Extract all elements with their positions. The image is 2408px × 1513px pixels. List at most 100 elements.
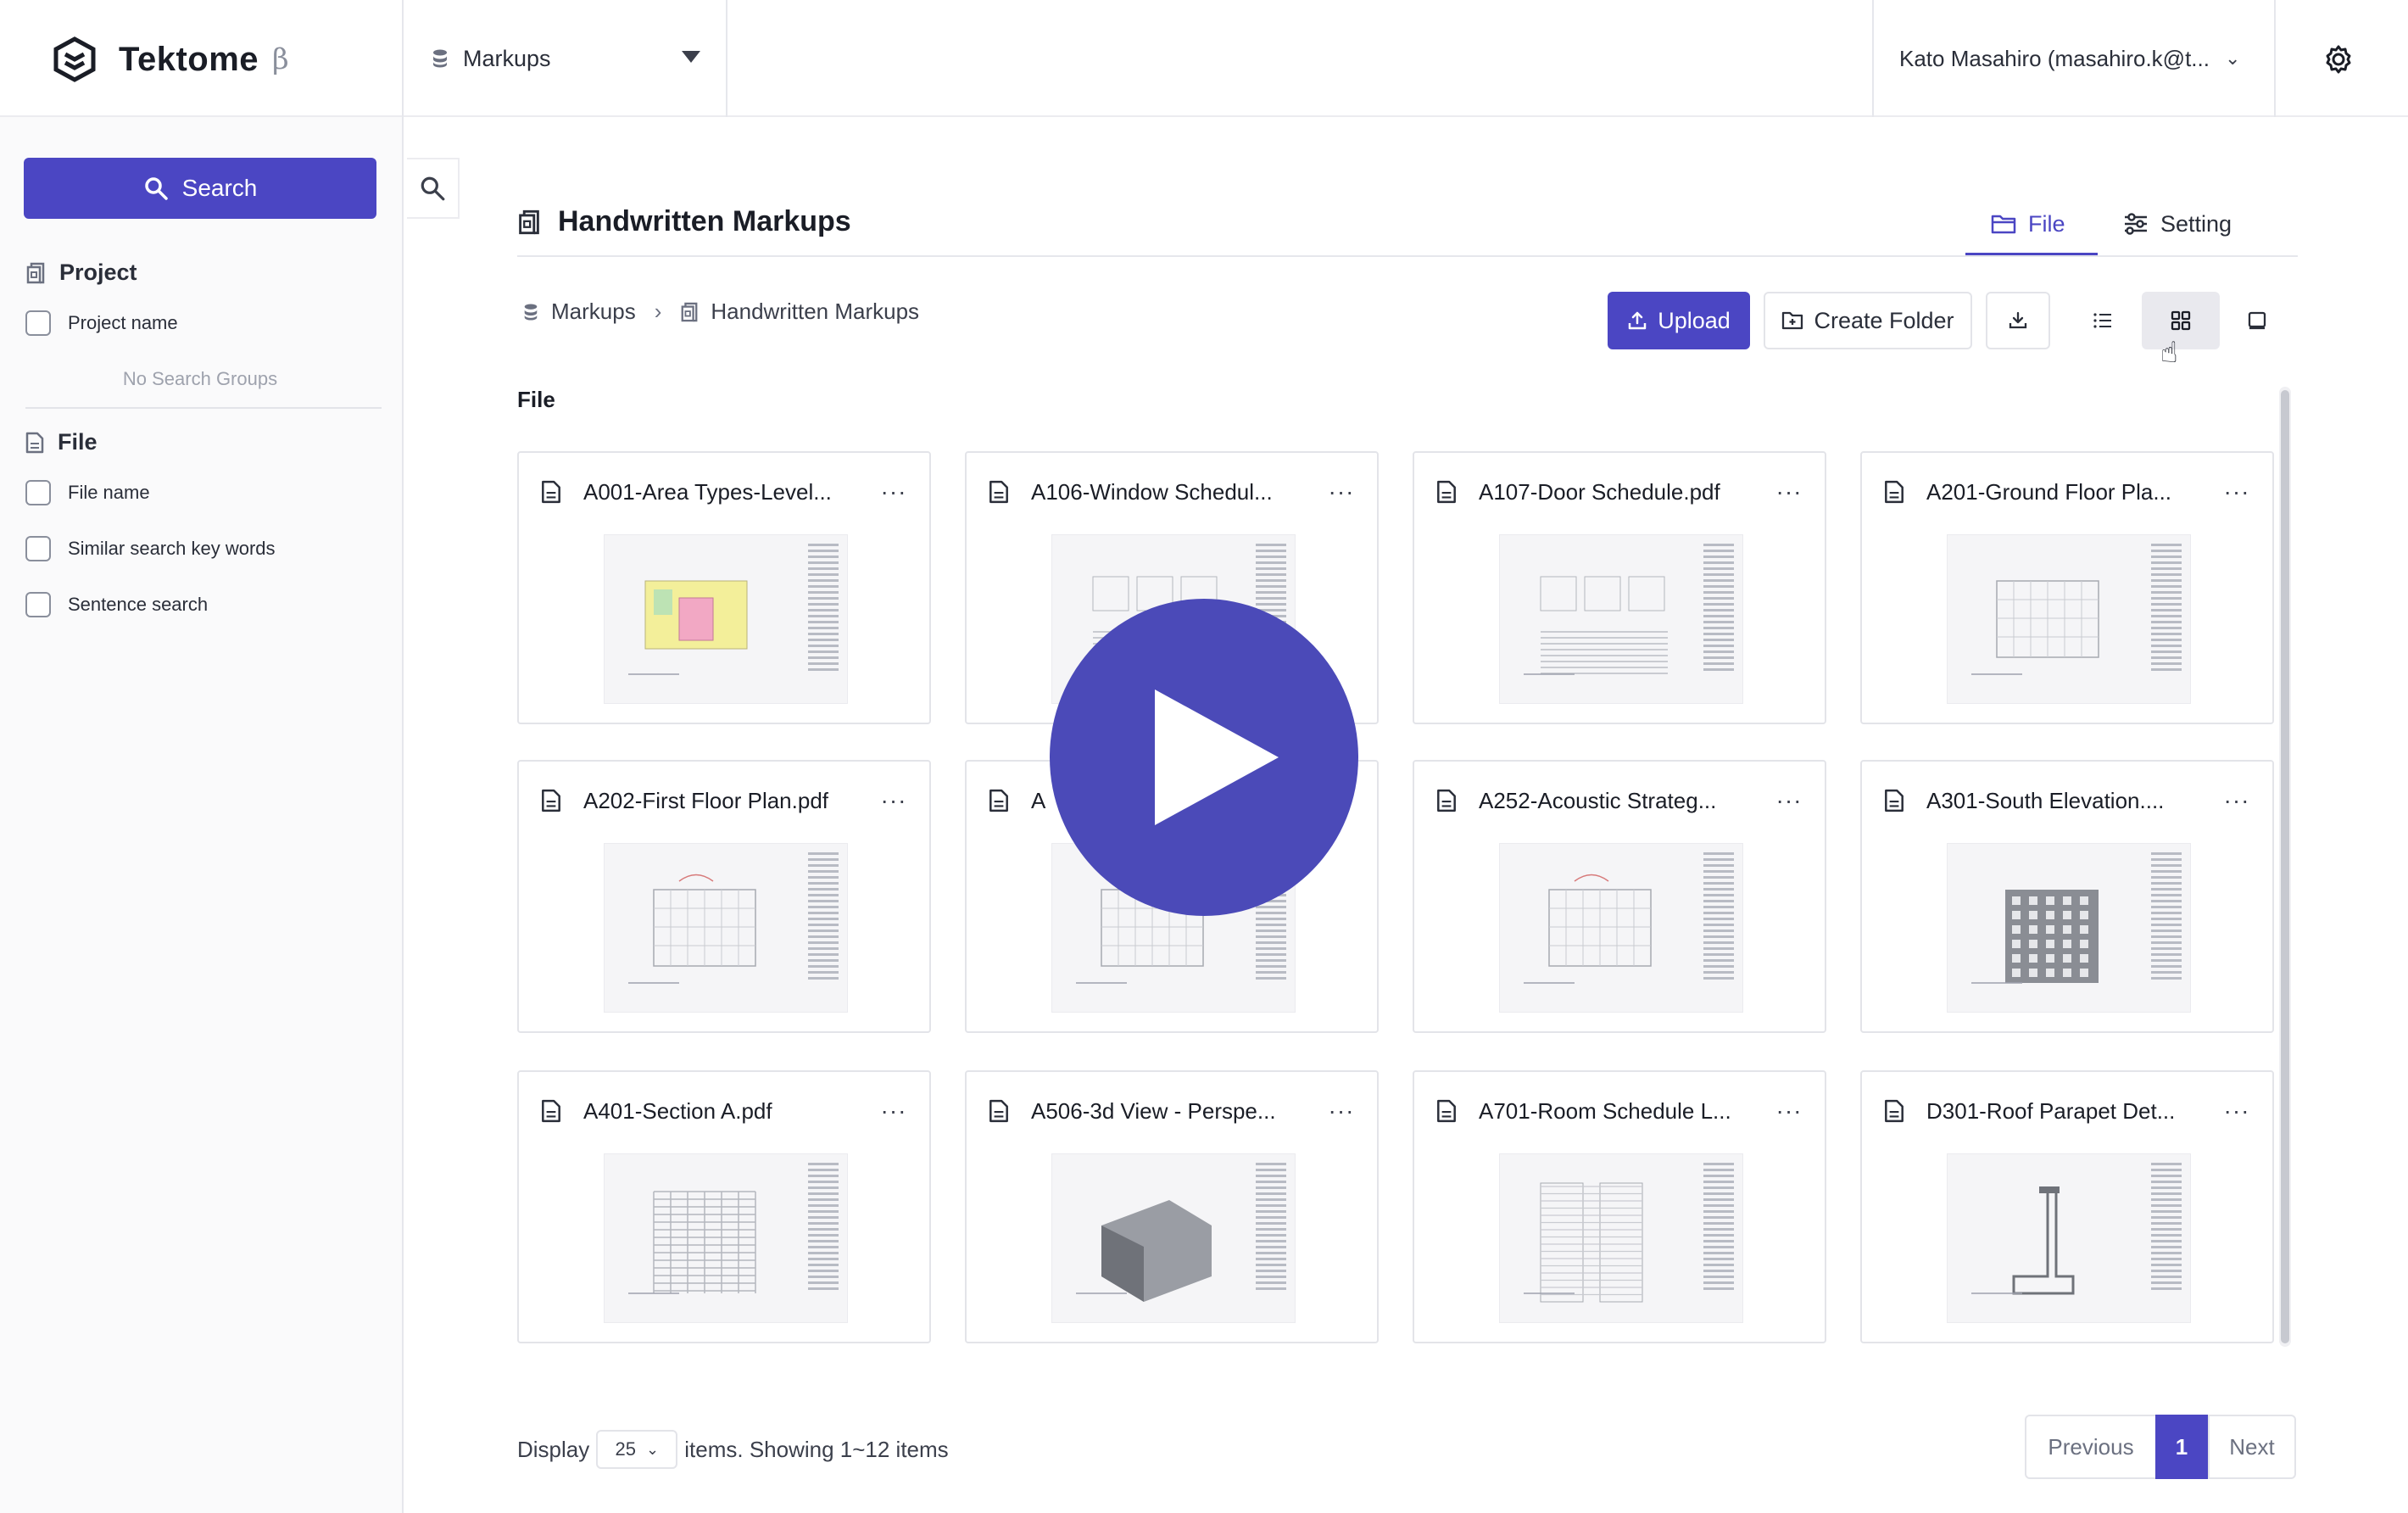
drawing-preview: [628, 580, 748, 675]
more-options-icon[interactable]: ···: [1772, 1094, 1806, 1128]
file-card[interactable]: A252-Acoustic Strateg... ···: [1413, 760, 1826, 1033]
file-card-header: A106-Window Schedul... ···: [989, 475, 1358, 509]
more-options-icon[interactable]: ···: [877, 1094, 911, 1128]
more-options-icon[interactable]: ···: [877, 475, 911, 509]
tab-file-label: File: [2028, 210, 2065, 237]
title-block: [1256, 1159, 1286, 1319]
top-bar: Tektome β Markups Kato Masahiro (masahir…: [0, 0, 2408, 117]
file-name-checkbox[interactable]: File name: [25, 480, 150, 505]
list-view-button[interactable]: [2071, 292, 2135, 349]
file-card-header: A001-Area Types-Level... ···: [541, 475, 911, 509]
file-thumbnail: [1051, 1153, 1296, 1323]
file-thumbnail: [1947, 843, 2191, 1013]
file-name: A252-Acoustic Strateg...: [1479, 787, 1717, 813]
gear-icon[interactable]: [2322, 42, 2355, 76]
app-logo[interactable]: Tektome β: [51, 34, 289, 85]
project-name-checkbox[interactable]: Project name: [25, 310, 178, 336]
play-icon: [1155, 690, 1279, 825]
play-video-button[interactable]: [1050, 599, 1358, 916]
grid-icon: [2171, 310, 2191, 331]
page-size-select[interactable]: 25 ⌄: [596, 1430, 678, 1469]
document-icon: [1885, 1099, 1904, 1123]
breadcrumb-current[interactable]: Handwritten Markups: [680, 299, 919, 325]
similar-search-checkbox[interactable]: Similar search key words: [25, 536, 276, 561]
file-card[interactable]: D301-Roof Parapet Det... ···: [1860, 1070, 2274, 1343]
page-1-button[interactable]: 1: [2155, 1415, 2208, 1479]
document-icon: [25, 432, 44, 453]
create-folder-button[interactable]: Create Folder: [1764, 292, 1972, 349]
user-menu[interactable]: Kato Masahiro (masahiro.k@t... ⌄: [1874, 0, 2276, 117]
title-block: [808, 849, 839, 1008]
download-button[interactable]: [1986, 292, 2050, 349]
sidebar: Search Project Project name No Search Gr…: [0, 117, 404, 1513]
file-card-header: A202-First Floor Plan.pdf ···: [541, 784, 911, 818]
search-icon: [421, 176, 445, 201]
sliders-icon: [2125, 213, 2147, 235]
drawing-preview: [1524, 874, 1652, 984]
file-card[interactable]: A401-Section A.pdf ···: [517, 1070, 931, 1343]
document-icon: [542, 789, 560, 812]
breadcrumb-root[interactable]: Markups: [522, 299, 636, 325]
more-options-icon[interactable]: ···: [1324, 1094, 1358, 1128]
drawing-preview: [1076, 1200, 1212, 1302]
file-card[interactable]: A506-3d View - Perspe... ···: [965, 1070, 1379, 1343]
sentence-search-checkbox[interactable]: Sentence search: [25, 592, 208, 617]
page-title: Handwritten Markups: [517, 205, 851, 238]
file-card[interactable]: A201-Ground Floor Pla... ···: [1860, 451, 2274, 724]
scrollbar[interactable]: [2279, 387, 2291, 1347]
more-options-icon[interactable]: ···: [1772, 784, 1806, 818]
collapse-search-button[interactable]: [407, 158, 460, 219]
tab-file[interactable]: File: [1991, 193, 2065, 254]
title-block: [1703, 1159, 1734, 1319]
grid-view-button[interactable]: [2142, 292, 2220, 349]
file-grid: A001-Area Types-Level... ··· A106-Window S…: [517, 451, 2274, 1343]
search-button-label: Search: [181, 175, 258, 201]
file-name: A401-Section A.pdf: [583, 1097, 772, 1124]
file-card[interactable]: A202-First Floor Plan.pdf ···: [517, 760, 931, 1033]
checkbox-label: File name: [68, 482, 150, 503]
checkbox[interactable]: [25, 536, 51, 561]
next-page-button[interactable]: Next: [2208, 1415, 2296, 1479]
checkbox[interactable]: [25, 310, 51, 336]
upload-button[interactable]: Upload: [1608, 292, 1750, 349]
more-options-icon[interactable]: ···: [1772, 475, 1806, 509]
file-card-header: A301-South Elevation.... ···: [1884, 784, 2254, 818]
file-name: A506-3d View - Perspe...: [1031, 1097, 1276, 1124]
file-section-header: File: [25, 429, 98, 455]
breadcrumb: Markups › Handwritten Markups: [522, 299, 919, 325]
divider: [726, 0, 727, 117]
file-name: A001-Area Types-Level...: [583, 478, 832, 505]
chevron-down-icon: ⌄: [645, 1440, 660, 1458]
more-options-icon[interactable]: ···: [1324, 475, 1358, 509]
file-thumbnail: [604, 1153, 848, 1323]
file-name: A202-First Floor Plan.pdf: [583, 787, 829, 813]
file-card[interactable]: A301-South Elevation.... ···: [1860, 760, 2274, 1033]
document-icon: [1437, 480, 1456, 504]
database-select[interactable]: Markups: [404, 0, 727, 117]
checkbox[interactable]: [25, 592, 51, 617]
file-card[interactable]: A701-Room Schedule L... ···: [1413, 1070, 1826, 1343]
document-icon: [989, 480, 1008, 504]
create-folder-label: Create Folder: [1814, 307, 1954, 333]
list-icon: [2093, 313, 2111, 328]
checkbox[interactable]: [25, 480, 51, 505]
more-options-icon[interactable]: ···: [2220, 784, 2254, 818]
more-options-icon[interactable]: ···: [2220, 1094, 2254, 1128]
file-card[interactable]: A001-Area Types-Level... ···: [517, 451, 931, 724]
checkbox-label: Project name: [68, 312, 178, 333]
title-block: [2151, 849, 2182, 1008]
tab-setting[interactable]: Setting: [2123, 193, 2232, 254]
square-icon: [2248, 311, 2266, 330]
more-options-icon[interactable]: ···: [877, 784, 911, 818]
file-name: A107-Door Schedule.pdf: [1479, 478, 1720, 505]
single-view-button[interactable]: [2221, 292, 2293, 349]
drawing-preview: [1524, 576, 1668, 675]
upload-icon: [1628, 311, 1647, 330]
tektome-logo-icon: [53, 36, 96, 82]
document-icon: [989, 1099, 1008, 1123]
file-card[interactable]: A107-Door Schedule.pdf ···: [1413, 451, 1826, 724]
more-options-icon[interactable]: ···: [2220, 475, 2254, 509]
search-button[interactable]: Search: [24, 158, 376, 219]
previous-page-button[interactable]: Previous: [2025, 1415, 2157, 1479]
scrollbar-thumb[interactable]: [2281, 390, 2289, 1343]
